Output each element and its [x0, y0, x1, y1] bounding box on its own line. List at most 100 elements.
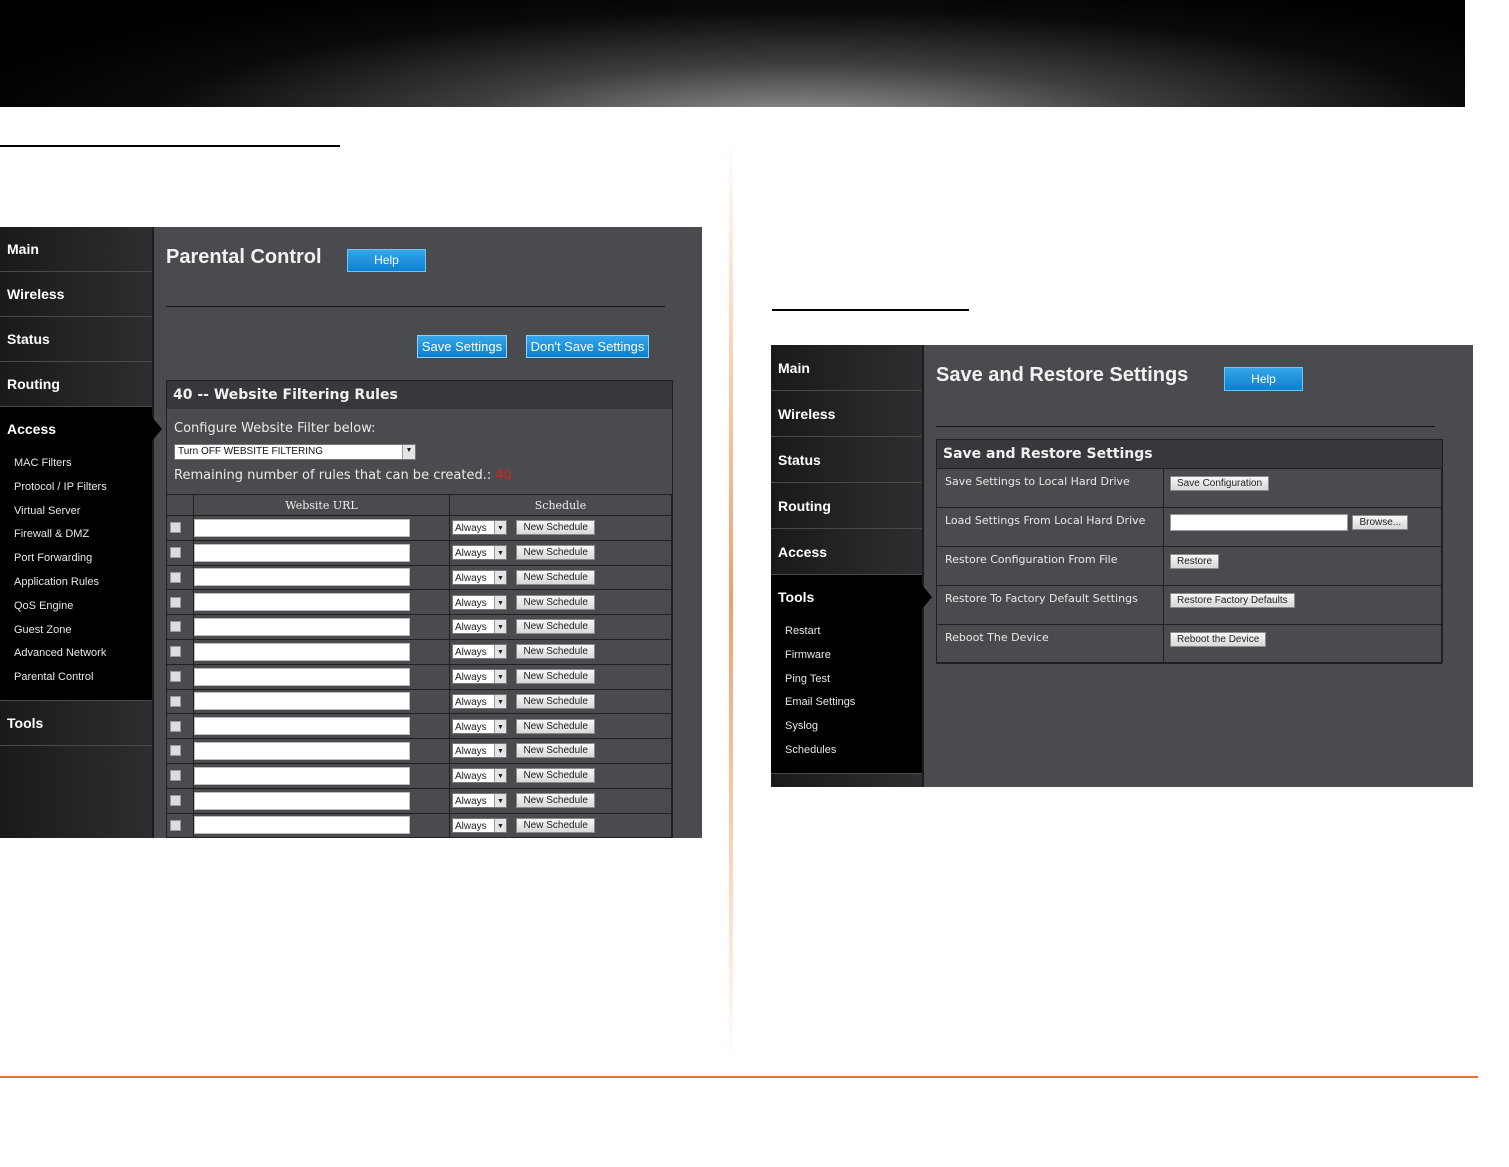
- submenu-item-guest-zone[interactable]: Guest Zone: [14, 619, 152, 643]
- checkbox-cell: [166, 515, 194, 541]
- submenu-item-virtual-server[interactable]: Virtual Server: [14, 500, 152, 524]
- schedule-select[interactable]: Always ▼: [452, 693, 507, 709]
- submenu-item-restart[interactable]: Restart: [785, 620, 922, 644]
- website-url-input[interactable]: [194, 766, 410, 785]
- filter-mode-select[interactable]: Turn OFF WEBSITE FILTERING ▼: [174, 444, 416, 460]
- schedule-select[interactable]: Always ▼: [452, 817, 507, 833]
- sidebar-item-wireless[interactable]: Wireless: [771, 391, 922, 437]
- schedule-select[interactable]: Always ▼: [452, 594, 507, 610]
- reboot-device-button[interactable]: Reboot the Device: [1170, 632, 1267, 648]
- save-configuration-button[interactable]: Save Configuration: [1170, 476, 1270, 492]
- schedule-select[interactable]: Always ▼: [452, 718, 507, 734]
- new-schedule-button[interactable]: New Schedule: [516, 718, 595, 734]
- sidebar-item-routing[interactable]: Routing: [771, 483, 922, 529]
- new-schedule-button[interactable]: New Schedule: [516, 544, 595, 560]
- sidebar-item-access[interactable]: Access MAC Filters Protocol / IP Filters…: [0, 407, 162, 701]
- rule-checkbox[interactable]: [170, 571, 181, 583]
- rule-checkbox[interactable]: [170, 596, 181, 608]
- restore-factory-defaults-button[interactable]: Restore Factory Defaults: [1170, 593, 1295, 609]
- website-url-input[interactable]: [194, 692, 410, 711]
- filter-rules-table: Website URL Schedule Always ▼ New Schedul…: [166, 494, 672, 838]
- website-url-input[interactable]: [194, 816, 410, 835]
- submenu-item-advanced-network[interactable]: Advanced Network: [14, 642, 152, 666]
- sidebar-item-routing[interactable]: Routing: [0, 362, 152, 407]
- website-url-input[interactable]: [194, 543, 410, 562]
- schedule-select[interactable]: Always ▼: [452, 544, 507, 560]
- submenu-item-firewall-dmz[interactable]: Firewall & DMZ: [14, 523, 152, 547]
- schedule-select[interactable]: Always ▼: [452, 644, 507, 660]
- new-schedule-button[interactable]: New Schedule: [516, 520, 595, 536]
- rule-checkbox[interactable]: [170, 745, 181, 757]
- submenu-item-port-forwarding[interactable]: Port Forwarding: [14, 547, 152, 571]
- schedule-select[interactable]: Always ▼: [452, 743, 507, 759]
- rule-checkbox[interactable]: [170, 695, 181, 707]
- submenu-item-firmware[interactable]: Firmware: [785, 644, 922, 668]
- website-url-input[interactable]: [194, 593, 410, 612]
- schedule-select[interactable]: Always ▼: [452, 792, 507, 808]
- checkbox-column-header: [166, 494, 194, 516]
- rule-checkbox[interactable]: [170, 720, 181, 732]
- new-schedule-button[interactable]: New Schedule: [516, 743, 595, 759]
- submenu-item-mac-filters[interactable]: MAC Filters: [14, 452, 152, 476]
- submenu-item-ping-test[interactable]: Ping Test: [785, 668, 922, 692]
- dont-save-settings-button[interactable]: Don't Save Settings: [526, 335, 649, 358]
- sidebar-item-status[interactable]: Status: [771, 437, 922, 483]
- table-row: Always ▼ New Schedule: [166, 515, 672, 541]
- schedule-select[interactable]: Always ▼: [452, 569, 507, 585]
- save-settings-button[interactable]: Save Settings: [417, 335, 507, 358]
- submenu-item-protocol-ip-filters[interactable]: Protocol / IP Filters: [14, 476, 152, 500]
- rule-checkbox[interactable]: [170, 646, 181, 658]
- website-url-input[interactable]: [194, 791, 410, 810]
- sidebar-item-tools[interactable]: Tools: [0, 701, 152, 746]
- rule-checkbox[interactable]: [170, 522, 181, 534]
- browse-button[interactable]: Browse...: [1352, 515, 1409, 531]
- new-schedule-button[interactable]: New Schedule: [516, 768, 595, 784]
- sidebar-item-main[interactable]: Main: [0, 227, 152, 272]
- sidebar-item-access[interactable]: Access: [771, 529, 922, 575]
- submenu-item-qos-engine[interactable]: QoS Engine: [14, 595, 152, 619]
- website-url-input[interactable]: [194, 617, 410, 636]
- submenu-item-schedules[interactable]: Schedules: [785, 739, 922, 763]
- chevron-down-icon: ▼: [494, 645, 506, 659]
- new-schedule-button[interactable]: New Schedule: [516, 619, 595, 635]
- rule-checkbox[interactable]: [170, 670, 181, 682]
- restore-button[interactable]: Restore: [1170, 554, 1220, 570]
- file-path-input[interactable]: [1170, 514, 1348, 532]
- submenu-item-email-settings[interactable]: Email Settings: [785, 691, 922, 715]
- save-restore-table: Save Settings to Local Hard Drive Save C…: [936, 468, 1442, 664]
- schedule-select-value: Always: [455, 597, 487, 609]
- sidebar-item-wireless[interactable]: Wireless: [0, 272, 152, 317]
- submenu-item-parental-control[interactable]: Parental Control: [14, 666, 152, 690]
- website-url-input[interactable]: [194, 568, 410, 587]
- sidebar-item-main[interactable]: Main: [771, 345, 922, 391]
- new-schedule-button[interactable]: New Schedule: [516, 594, 595, 610]
- schedule-select[interactable]: Always ▼: [452, 619, 507, 635]
- website-url-input[interactable]: [194, 741, 410, 760]
- website-filtering-panel: 40 -- Website Filtering Rules Configure …: [166, 380, 673, 838]
- new-schedule-button[interactable]: New Schedule: [516, 693, 595, 709]
- sidebar-item-tools[interactable]: Tools Restart Firmware Ping Test Email S…: [771, 575, 932, 774]
- new-schedule-button[interactable]: New Schedule: [516, 792, 595, 808]
- new-schedule-button[interactable]: New Schedule: [516, 668, 595, 684]
- schedule-cell: Always ▼ New Schedule: [449, 515, 672, 541]
- submenu-item-application-rules[interactable]: Application Rules: [14, 571, 152, 595]
- submenu-item-syslog[interactable]: Syslog: [785, 715, 922, 739]
- rule-checkbox[interactable]: [170, 794, 181, 806]
- rule-checkbox[interactable]: [170, 770, 181, 782]
- schedule-select[interactable]: Always ▼: [452, 520, 507, 536]
- rule-checkbox[interactable]: [170, 546, 181, 558]
- website-url-input[interactable]: [194, 667, 410, 686]
- new-schedule-button[interactable]: New Schedule: [516, 569, 595, 585]
- website-url-input[interactable]: [194, 717, 410, 736]
- new-schedule-button[interactable]: New Schedule: [516, 817, 595, 833]
- new-schedule-button[interactable]: New Schedule: [516, 644, 595, 660]
- help-button[interactable]: Help: [347, 249, 426, 272]
- sidebar-item-status[interactable]: Status: [0, 317, 152, 362]
- website-url-input[interactable]: [194, 518, 410, 537]
- schedule-select[interactable]: Always ▼: [452, 768, 507, 784]
- help-button[interactable]: Help: [1224, 367, 1303, 391]
- schedule-select[interactable]: Always ▼: [452, 668, 507, 684]
- rule-checkbox[interactable]: [170, 819, 181, 831]
- rule-checkbox[interactable]: [170, 621, 181, 633]
- website-url-input[interactable]: [194, 642, 410, 661]
